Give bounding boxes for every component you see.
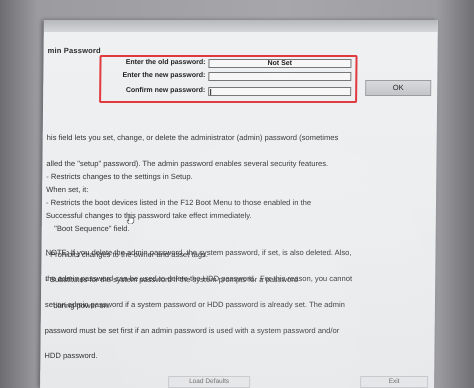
ok-button[interactable]: OK xyxy=(365,80,432,96)
bottom-button-bar: Load Defaults Exit xyxy=(40,374,434,388)
old-password-row: Enter the old password: Not Set xyxy=(101,58,355,69)
help-note-line: HDD password. xyxy=(44,351,98,361)
title-strip xyxy=(43,20,438,32)
confirm-password-label: Confirm new password: xyxy=(125,87,206,94)
bios-setup-screen: min Password Enter the old password: Not… xyxy=(40,20,438,388)
photo-background: min Password Enter the old password: Not… xyxy=(0,0,474,388)
confirm-password-row: Confirm new password: xyxy=(101,86,355,97)
help-note-line: password must be set first if an admin p… xyxy=(44,325,340,335)
help-intro-line: his field lets you set, change, or delet… xyxy=(46,133,339,143)
new-password-field[interactable] xyxy=(208,72,352,81)
new-password-label: Enter the new password: xyxy=(122,72,206,79)
exit-button[interactable]: Exit xyxy=(360,376,429,388)
old-password-status: Not Set xyxy=(267,60,293,67)
help-success: Successful changes to this password take… xyxy=(45,211,252,220)
old-password-label: Enter the old password: xyxy=(125,59,206,66)
text-caret xyxy=(210,89,212,95)
new-password-row: Enter the new password: xyxy=(101,71,355,82)
old-password-field[interactable]: Not Set xyxy=(208,59,352,68)
help-bullet: - Restricts changes to the settings in S… xyxy=(46,172,193,182)
section-title: min Password xyxy=(47,46,101,55)
pointer-hand-icon xyxy=(126,214,135,224)
help-note-line: the admin password can be used to delete… xyxy=(45,273,353,283)
confirm-password-field[interactable] xyxy=(208,87,352,96)
help-note: NOTE: If you delete the admin password, … xyxy=(44,232,430,378)
password-fields-highlight: Enter the old password: Not Set Enter th… xyxy=(99,55,358,103)
load-defaults-button[interactable]: Load Defaults xyxy=(168,376,251,388)
help-note-line: set an admin password if a system passwo… xyxy=(44,299,345,309)
help-bullet: - Restricts the boot devices listed in t… xyxy=(45,197,312,207)
help-note-line: NOTE: If you delete the admin password, … xyxy=(45,248,352,258)
